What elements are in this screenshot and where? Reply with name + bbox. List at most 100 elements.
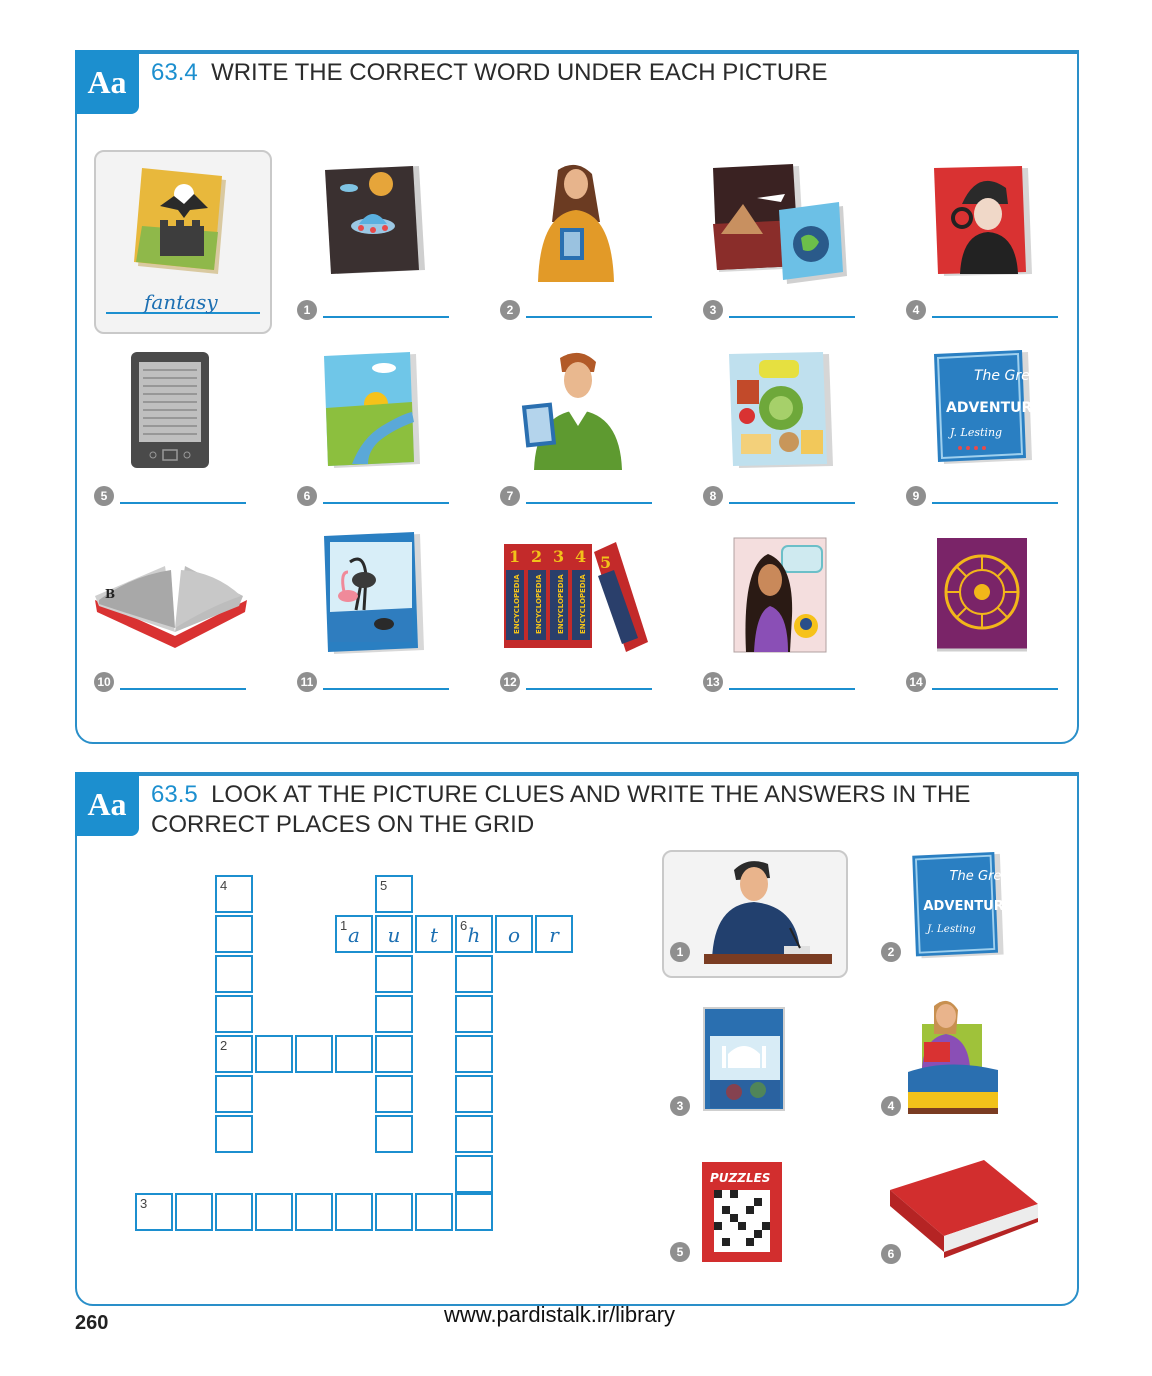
crossword-cell[interactable]: [175, 1193, 213, 1231]
woman-holding-book-icon: [538, 164, 614, 282]
book-author-signature: J. Lesting: [948, 426, 1002, 439]
crossword-cell[interactable]: u: [375, 915, 413, 953]
clue-number-5: 5: [670, 1242, 690, 1262]
spine-label-3: ENCYCLOPEDIA: [557, 574, 565, 634]
crossword-cell[interactable]: 6h: [455, 915, 493, 953]
crossword-cell[interactable]: [295, 1035, 333, 1073]
crossword-cell[interactable]: [375, 1035, 413, 1073]
crossword-cell[interactable]: [455, 995, 493, 1033]
crossword-cell[interactable]: [455, 1115, 493, 1153]
volume-5-label: 5: [600, 553, 611, 572]
crossword-cell[interactable]: 2: [215, 1035, 253, 1073]
crossword-cell[interactable]: r: [535, 915, 573, 953]
crossword-cell[interactable]: [335, 1035, 373, 1073]
item-number-9: 9: [906, 486, 926, 506]
crossword-cell[interactable]: [455, 1193, 493, 1231]
crossword-cell[interactable]: [375, 1115, 413, 1153]
crossword-cell[interactable]: [375, 1193, 413, 1231]
answer-line-10[interactable]: [120, 688, 246, 690]
clue-number-3: 3: [140, 1196, 148, 1211]
crossword-cell[interactable]: [215, 1193, 253, 1231]
item-number-11: 11: [297, 672, 317, 692]
answer-line-12[interactable]: [526, 688, 652, 690]
crossword-cell[interactable]: [455, 1075, 493, 1113]
panel-top-rule: [75, 772, 1079, 776]
book-title-the-great: The Great: [950, 869, 1006, 884]
example-answer: fantasy: [144, 290, 218, 314]
crossword-cell[interactable]: [375, 995, 413, 1033]
volume-3-label: 3: [553, 547, 564, 566]
crossword-cell[interactable]: [295, 1193, 333, 1231]
man-holding-photo-icon: [521, 352, 622, 470]
travel-books-icon: [713, 164, 847, 284]
author-writing-icon: [704, 861, 832, 964]
crossword-cell[interactable]: 5: [375, 875, 413, 913]
answer-letter: h: [467, 923, 481, 947]
clue-number-2: 2: [220, 1038, 228, 1053]
exercise-instruction-line-1: LOOK AT THE PICTURE CLUES AND WRITE THE …: [211, 781, 971, 808]
exercise-instruction: WRITE THE CORRECT WORD UNDER EACH PICTUR…: [211, 59, 828, 86]
answer-line-9[interactable]: [932, 502, 1058, 504]
clue-number-3: 3: [670, 1096, 690, 1116]
panel-top-rule: [75, 50, 1079, 54]
nature-book-icon: [324, 532, 424, 654]
answer-line-4[interactable]: [932, 316, 1058, 318]
exercise-title: 63.5 LOOK AT THE PICTURE CLUES AND WRITE…: [151, 780, 970, 840]
crossword-cell[interactable]: o: [495, 915, 533, 953]
crossword-cell[interactable]: [215, 1075, 253, 1113]
crossword-cell[interactable]: [215, 1115, 253, 1153]
crossword-cell[interactable]: 4: [215, 875, 253, 913]
answer-line-2[interactable]: [526, 316, 652, 318]
answer-line-1[interactable]: [323, 316, 449, 318]
crossword-cell[interactable]: [455, 955, 493, 993]
crossword-cell[interactable]: [255, 1035, 293, 1073]
answer-line-3[interactable]: [729, 316, 855, 318]
item-number-7: 7: [500, 486, 520, 506]
crossword-cell[interactable]: [215, 915, 253, 953]
spine-label-4: ENCYCLOPEDIA: [579, 574, 587, 634]
crossword-cell[interactable]: [375, 955, 413, 993]
answer-line-11[interactable]: [323, 688, 449, 690]
clue-number-6: 6: [881, 1244, 901, 1264]
hardback-book-icon: [890, 1160, 1038, 1258]
crossword-cell[interactable]: [455, 1035, 493, 1073]
item-number-8: 8: [703, 486, 723, 506]
crossword-cell[interactable]: [375, 1075, 413, 1113]
answer-line-5[interactable]: [120, 502, 246, 504]
volume-2-label: 2: [531, 547, 542, 566]
exercise-number: 63.5: [151, 781, 198, 808]
crossword-cell[interactable]: [215, 995, 253, 1033]
answer-letter: r: [549, 923, 559, 947]
crossword-cell[interactable]: [255, 1193, 293, 1231]
clue-number-5: 5: [380, 878, 388, 893]
footer-url[interactable]: www.pardistalk.ir/library: [444, 1302, 675, 1328]
clue-number-2: 2: [881, 942, 901, 962]
answer-letter: u: [387, 923, 401, 947]
answer-line-6[interactable]: [323, 502, 449, 504]
reader-in-bed-icon: [908, 1000, 998, 1114]
e-reader-icon: [131, 352, 209, 468]
item-number-10: 10: [94, 672, 114, 692]
crossword-cell[interactable]: [335, 1193, 373, 1231]
answer-letter: o: [507, 923, 521, 947]
item-number-2: 2: [500, 300, 520, 320]
crossword-cell[interactable]: [415, 1193, 453, 1231]
answer-line-14[interactable]: [932, 688, 1058, 690]
crossword-cell[interactable]: [215, 955, 253, 993]
item-number-5: 5: [94, 486, 114, 506]
exercise-instruction-line-2: CORRECT PLACES ON THE GRID: [151, 811, 535, 838]
spine-label-2: ENCYCLOPEDIA: [535, 574, 543, 634]
answer-line-8[interactable]: [729, 502, 855, 504]
answer-line-13[interactable]: [729, 688, 855, 690]
crossword-cell[interactable]: t: [415, 915, 453, 953]
sci-fi-book-icon: [325, 166, 425, 274]
crossword-cell[interactable]: 3: [135, 1193, 173, 1231]
answer-line-7[interactable]: [526, 502, 652, 504]
crossword-cell[interactable]: 1a: [335, 915, 373, 953]
book-author-signature: J. Lesting: [925, 923, 976, 935]
crossword-cell[interactable]: [455, 1155, 493, 1193]
example-box: fantasy: [94, 150, 272, 334]
book-title-adventure: ADVENTURE: [923, 899, 1006, 914]
vocabulary-badge: Aa: [75, 772, 139, 836]
item-number-13: 13: [703, 672, 723, 692]
